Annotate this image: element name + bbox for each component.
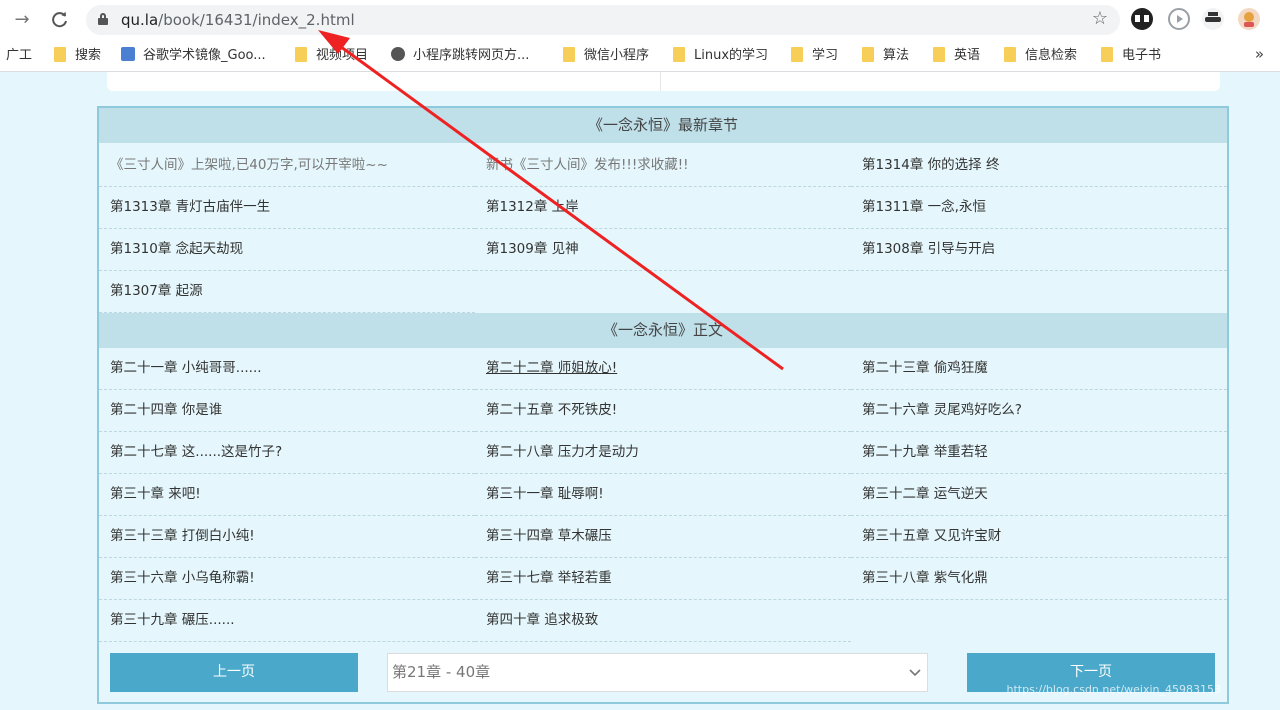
bookmark-item[interactable]: 微信小程序 (563, 47, 649, 65)
chapter-link[interactable]: 第1307章 起源 (99, 271, 475, 313)
chapter-link[interactable]: 第三十三章 打倒白小纯! (99, 516, 475, 558)
reload-icon[interactable] (48, 8, 72, 32)
chapter-link[interactable]: 第三十四章 草木碾压 (475, 516, 851, 558)
folder-icon (1004, 47, 1016, 62)
chapter-link[interactable]: 第四十章 追求极致 (475, 600, 851, 642)
chapter-link[interactable]: 第三十章 来吧! (99, 474, 475, 516)
bookmarks-bar: 广工 搜索 谷歌学术镜像_Goo... 视频项目 小程序跳转网页方... 微信小… (0, 40, 1280, 72)
scholar-icon (121, 47, 135, 61)
extension-icon-1[interactable] (1131, 8, 1153, 30)
chapter-link[interactable]: 第二十七章 这......这是竹子? (99, 432, 475, 474)
chapter-link[interactable]: 第二十八章 压力才是动力 (475, 432, 851, 474)
folder-icon (673, 47, 685, 62)
bookmark-item[interactable]: Linux的学习 (673, 47, 768, 65)
chevron-down-icon (909, 654, 921, 706)
lock-icon (98, 13, 108, 25)
bookmark-item[interactable]: 小程序跳转网页方... (391, 47, 529, 65)
chapter-link[interactable]: 新书《三寸人间》发布!!!求收藏!! (475, 145, 851, 187)
bookmark-item[interactable]: 学习 (791, 47, 838, 65)
chapter-link[interactable]: 第1314章 你的选择 终 (851, 145, 1227, 187)
chapter-link[interactable]: 第三十六章 小乌龟称霸! (99, 558, 475, 600)
chapter-link[interactable]: 第三十五章 又见许宝财 (851, 516, 1227, 558)
chapter-link[interactable]: 第1312章 上岸 (475, 187, 851, 229)
page-range-value: 第21章 - 40章 (392, 663, 491, 681)
bookmarks-overflow-button[interactable]: » (1255, 45, 1264, 63)
page-range-select[interactable]: 第21章 - 40章 (387, 653, 928, 692)
chapter-link[interactable]: 第三十七章 举轻若重 (475, 558, 851, 600)
chapter-link[interactable]: 第1313章 青灯古庙伴一生 (99, 187, 475, 229)
forward-icon[interactable]: → (10, 8, 34, 32)
chapter-list: 《一念永恒》最新章节 《三寸人间》上架啦,已40万字,可以开宰啦~~ 新书《三寸… (97, 106, 1229, 704)
address-bar[interactable]: qu.la/book/16431/index_2.html ☆ (86, 5, 1120, 35)
bookmark-item[interactable]: 算法 (862, 47, 909, 65)
bookmark-item[interactable]: 广工 (6, 47, 32, 65)
chapter-link[interactable]: 第1309章 见神 (475, 229, 851, 271)
chapter-link[interactable]: 第二十四章 你是谁 (99, 390, 475, 432)
browser-toolbar: → qu.la/book/16431/index_2.html ☆ (0, 0, 1280, 40)
url-text[interactable]: qu.la/book/16431/index_2.html (121, 11, 355, 29)
chapter-link[interactable]: 第二十五章 不死铁皮! (475, 390, 851, 432)
globe-icon (391, 47, 405, 61)
chapter-link[interactable]: 第二十二章 师姐放心! (475, 348, 851, 390)
chapter-link[interactable]: 《三寸人间》上架啦,已40万字,可以开宰啦~~ (99, 145, 475, 187)
bookmark-star-icon[interactable]: ☆ (1092, 8, 1108, 29)
chapter-link[interactable]: 第三十一章 耻辱啊! (475, 474, 851, 516)
folder-icon (933, 47, 945, 62)
chapter-link[interactable]: 第三十九章 碾压...... (99, 600, 475, 642)
chapter-link[interactable]: 第二十一章 小纯哥哥...... (99, 348, 475, 390)
chapter-link[interactable]: 第二十六章 灵尾鸡好吃么? (851, 390, 1227, 432)
folder-icon (54, 47, 66, 62)
chapter-link[interactable]: 第二十九章 举重若轻 (851, 432, 1227, 474)
chapter-link[interactable]: 第1310章 念起天劫现 (99, 229, 475, 271)
bookmark-item[interactable]: 视频项目 (295, 47, 368, 65)
folder-icon (563, 47, 575, 62)
book-info-card (107, 72, 1220, 91)
chapter-link[interactable]: 第1311章 一念,永恒 (851, 187, 1227, 229)
play-extension-icon[interactable] (1168, 8, 1190, 30)
bookmark-item[interactable]: 信息检索 (1004, 47, 1077, 65)
chapter-link[interactable]: 第三十八章 紫气化鼎 (851, 558, 1227, 600)
folder-icon (1101, 47, 1113, 62)
folder-icon (791, 47, 803, 62)
chapter-link[interactable]: 第二十三章 偷鸡狂魔 (851, 348, 1227, 390)
main-chapters-title: 《一念永恒》正文 (99, 313, 1227, 348)
incognito-extension-icon[interactable] (1202, 8, 1224, 30)
chapter-link[interactable]: 第1308章 引导与开启 (851, 229, 1227, 271)
bookmark-item[interactable]: 谷歌学术镜像_Goo... (121, 47, 266, 65)
prev-page-button[interactable]: 上一页 (110, 653, 358, 692)
chapter-link[interactable]: 第三十二章 运气逆天 (851, 474, 1227, 516)
avatar-extension-icon[interactable] (1238, 8, 1260, 30)
folder-icon (862, 47, 874, 62)
folder-icon (295, 47, 307, 62)
bookmark-item[interactable]: 电子书 (1101, 47, 1161, 65)
bookmark-item[interactable]: 搜索 (54, 47, 101, 65)
watermark-text: https://blog.csdn.net/weixin_45983153 (1006, 683, 1221, 696)
latest-chapters-title: 《一念永恒》最新章节 (99, 108, 1227, 143)
bookmark-item[interactable]: 英语 (933, 47, 980, 65)
